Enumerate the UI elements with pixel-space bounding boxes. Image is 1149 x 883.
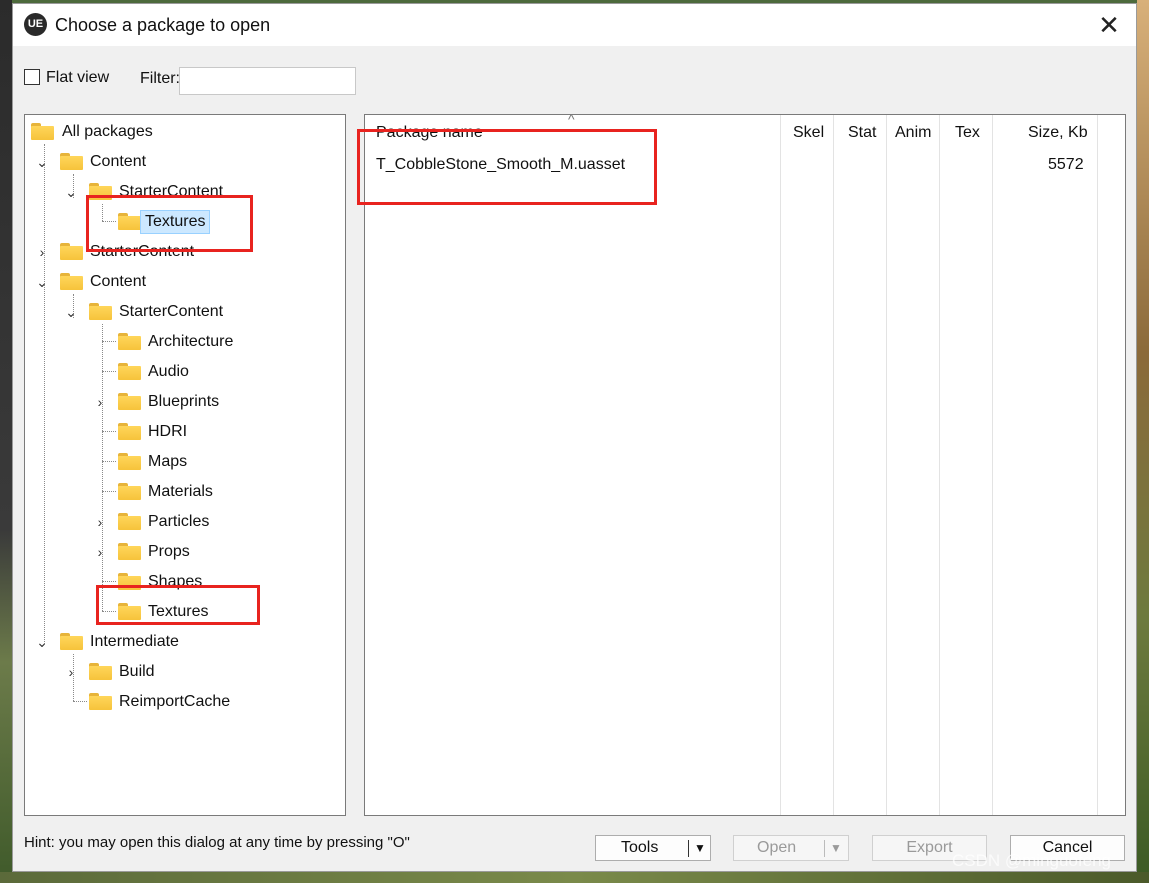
title-bar: UE Choose a package to open ✕ [13,4,1136,46]
chevron-down-icon[interactable]: ⌄ [35,631,49,653]
tree-connector [102,431,116,432]
tree-node-label: Props [148,543,190,560]
filter-input[interactable] [179,67,356,95]
folder-icon [60,243,83,260]
tree-node-label: Audio [148,363,189,380]
column-header-stat[interactable]: Stat [848,124,876,142]
package-list[interactable]: ^ Package name Skel Stat Anim Tex Size, … [364,114,1126,816]
tree-node-label: StarterContent [119,303,224,320]
tree-node-label: Particles [148,513,210,530]
tree-node-label: All packages [62,123,153,140]
tree-connector [44,144,45,644]
column-separator [833,115,834,815]
desktop-background-left [0,0,12,883]
hint-text: Hint: you may open this dialog at any ti… [24,834,410,851]
chevron-down-icon[interactable]: ▼ [692,836,708,860]
tree-connector [102,461,116,462]
tools-button[interactable]: Tools ▼ [595,835,711,861]
chevron-down-icon[interactable]: ⌄ [64,181,78,203]
column-header-skel[interactable]: Skel [793,124,824,142]
highlight-box-tree-textures-2 [96,585,260,625]
folder-icon [60,153,83,170]
folder-icon [118,393,141,410]
tools-label: Tools [621,839,659,856]
column-separator [992,115,993,815]
folder-icon [89,663,112,680]
tree-connector [102,341,116,342]
chevron-down-icon[interactable]: ⌄ [35,151,49,173]
highlight-box-tree-textures [86,195,253,252]
folder-icon [89,303,112,320]
folder-icon [89,693,112,710]
column-header-tex[interactable]: Tex [955,124,980,142]
folder-icon [118,543,141,560]
tree-connector [102,324,103,611]
folder-icon [118,333,141,350]
desktop-background-bottom [0,872,1149,883]
tree-node-label: Maps [148,453,188,470]
unreal-logo-icon: UE [24,13,47,36]
chevron-right-icon[interactable]: › [35,241,49,263]
button-split [824,840,825,857]
column-separator [1097,115,1098,815]
chevron-right-icon[interactable]: › [93,511,107,533]
open-button[interactable]: Open ▼ [733,835,849,861]
tree-connector [102,491,116,492]
folder-icon [60,273,83,290]
chevron-right-icon[interactable]: › [93,391,107,413]
column-separator [780,115,781,815]
tree-node-label: Content [90,153,147,170]
folder-icon [118,453,141,470]
button-split [688,840,689,857]
flat-view-label: Flat view [46,69,110,86]
tree-node-label: Materials [148,483,213,500]
folder-icon [118,513,141,530]
tree-node-label: HDRI [148,423,188,440]
open-label: Open [757,839,797,856]
package-row-size: 5572 [1048,156,1084,173]
chevron-down-icon[interactable]: ⌄ [35,271,49,293]
column-header-anim[interactable]: Anim [895,124,931,142]
tree-node-label: Build [119,663,155,680]
sort-ascending-icon: ^ [568,114,575,127]
folder-icon [31,123,54,140]
folder-icon [118,363,141,380]
chevron-right-icon[interactable]: › [64,661,78,683]
tree-node-label: Architecture [148,333,234,350]
folder-icon [60,633,83,650]
tree-connector [102,371,116,372]
column-header-size[interactable]: Size, Kb [1028,124,1088,142]
watermark-text: CSDN @minguofeng [952,851,1111,870]
chevron-down-icon[interactable]: ⌄ [64,301,78,323]
tree-node-label: Blueprints [148,393,220,410]
highlight-box-package-row [357,129,657,205]
tree-node-label: Intermediate [90,633,179,650]
filter-label: Filter: [140,70,180,87]
chevron-down-icon[interactable]: ▼ [828,836,844,860]
folder-icon [118,423,141,440]
tree-connector [73,701,87,702]
column-separator [886,115,887,815]
tree-node-label: Content [90,273,147,290]
export-label: Export [906,839,953,856]
flat-view-checkbox[interactable] [24,69,40,85]
desktop-background-right [1137,0,1149,883]
close-button[interactable]: ✕ [1090,7,1128,43]
chevron-right-icon[interactable]: › [93,541,107,563]
tree-node-label: ReimportCache [119,693,231,710]
column-separator [939,115,940,815]
tree-connector [102,581,116,582]
window-title: Choose a package to open [55,15,271,35]
folder-icon [118,483,141,500]
